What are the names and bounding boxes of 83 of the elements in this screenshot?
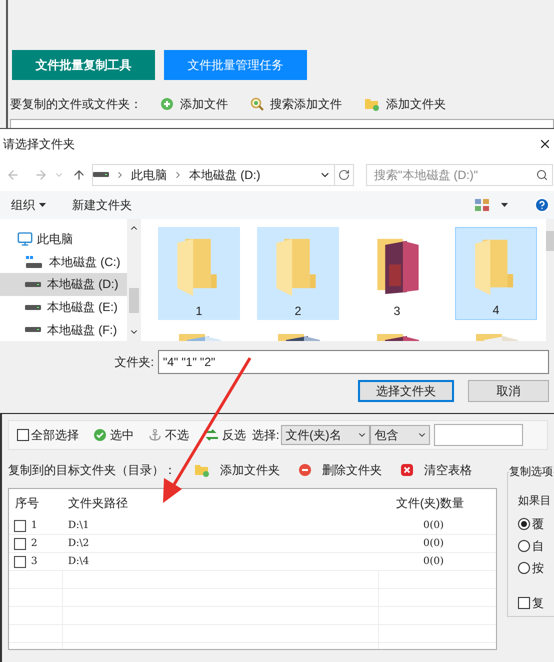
- toolbar-button[interactable]: 添加文件夹: [194, 461, 280, 479]
- magnifier-icon: [250, 97, 264, 111]
- section-label: 要复制的文件或文件夹：: [10, 96, 142, 113]
- dialog-button[interactable]: 选择文件夹: [358, 380, 454, 402]
- drive-icon: [25, 282, 41, 287]
- scrollbar[interactable]: [127, 219, 141, 341]
- minus-circle-icon: [298, 463, 312, 477]
- toolbar-button[interactable]: 添加文件: [156, 95, 232, 113]
- window-title: 请选择文件夹: [3, 136, 75, 152]
- option-label: 如果目: [518, 494, 552, 509]
- filter-label: 选择:: [252, 427, 280, 444]
- checkbox[interactable]: 全部选择: [17, 426, 79, 444]
- help-icon[interactable]: [534, 197, 550, 213]
- search-field[interactable]: 搜索"本地磁盘 (D:)": [366, 164, 553, 186]
- folder-item[interactable]: 3: [356, 227, 438, 320]
- drive-icon: [25, 254, 43, 269]
- column-header: 文件(夹)数量: [395, 495, 465, 512]
- caret-icon: [39, 203, 46, 207]
- tab[interactable]: 文件批量管理任务: [164, 50, 307, 80]
- close-icon: [400, 463, 414, 477]
- table-cell-text: 0(0): [422, 537, 445, 551]
- nav-item[interactable]: 本地磁盘 (E:): [0, 296, 127, 318]
- radio-button[interactable]: 按: [518, 560, 554, 576]
- toolbar-button[interactable]: 反选: [203, 426, 246, 444]
- folder-item[interactable]: 2: [257, 227, 339, 320]
- folder-item[interactable]: 4: [455, 227, 537, 320]
- column-header: 序号: [14, 495, 40, 512]
- toolbar-button[interactable]: 选中: [93, 426, 134, 444]
- nav-item[interactable]: 此电脑: [0, 228, 127, 251]
- radio-button[interactable]: 自: [518, 538, 554, 554]
- table-cell-text: 2: [31, 537, 38, 551]
- drive-icon: [93, 172, 109, 177]
- tab[interactable]: 文件批量复制工具: [12, 50, 155, 80]
- toolbar-button[interactable]: 添加文件夹: [360, 95, 450, 113]
- section-label: 复制到的目标文件夹（目录）：: [8, 462, 176, 479]
- refresh-icon[interactable]: [338, 168, 350, 180]
- table-cell-text: D:\4: [67, 555, 90, 569]
- monitor-icon: [17, 231, 33, 248]
- anchor-icon: [148, 428, 162, 442]
- plus-circle-icon: [160, 97, 174, 111]
- toolbar-button[interactable]: 新建文件夹: [72, 196, 132, 214]
- toolbar-button[interactable]: 不选: [148, 426, 189, 444]
- table-cell-text: 0(0): [422, 519, 445, 533]
- input-field[interactable]: "4" "1" "2": [158, 350, 549, 374]
- toolbar-button[interactable]: 删除文件夹: [298, 461, 382, 479]
- scrollbar[interactable]: [546, 219, 554, 341]
- field-label: 文件夹:: [114, 354, 154, 371]
- nav-item[interactable]: 本地磁盘 (C:): [0, 250, 127, 274]
- folder-add-icon: [194, 463, 210, 477]
- check-circle-icon: [93, 428, 107, 442]
- column-header: 文件夹路径: [67, 495, 129, 512]
- dialog-button[interactable]: 取消: [468, 380, 549, 402]
- table-cell-text: D:\1: [67, 519, 90, 533]
- table-cell-text: 1: [31, 519, 38, 533]
- up-icon[interactable]: [72, 168, 86, 182]
- scroll-thumb[interactable]: [129, 288, 139, 312]
- checkbox[interactable]: [14, 556, 26, 568]
- breadcrumb-item[interactable]: 此电脑: [131, 166, 167, 184]
- dropdown[interactable]: 文件(夹)名: [281, 425, 370, 445]
- drive-icon: [25, 327, 41, 332]
- view-icon[interactable]: [475, 199, 489, 211]
- checkbox[interactable]: 复: [518, 594, 554, 612]
- radio-button[interactable]: 覆: [518, 516, 554, 532]
- drive-icon: [25, 304, 41, 310]
- nav-item[interactable]: 本地磁盘 (D:): [0, 273, 127, 296]
- table-cell-text: 3: [31, 555, 38, 569]
- toolbar-button[interactable]: 清空表格: [400, 461, 472, 479]
- folder-item[interactable]: 1: [158, 227, 240, 320]
- checkbox[interactable]: [14, 538, 26, 550]
- toolbar-button[interactable]: 组织: [11, 196, 46, 214]
- caret-icon[interactable]: [501, 203, 508, 207]
- table-cell-text: 0(0): [422, 555, 445, 569]
- scroll-thumb[interactable]: [546, 231, 554, 251]
- search-icon: [536, 168, 548, 180]
- swap-icon: [203, 428, 219, 442]
- dropdown[interactable]: 包含: [370, 425, 430, 445]
- toolbar-button[interactable]: 搜索添加文件: [246, 95, 346, 113]
- table-cell-text: D:\2: [67, 537, 90, 551]
- nav-item[interactable]: 本地磁盘 (F:): [0, 318, 127, 341]
- folder-add-icon: [364, 97, 380, 111]
- breadcrumb-item[interactable]: 本地磁盘 (D:): [189, 166, 260, 184]
- checkbox[interactable]: [14, 520, 26, 532]
- input-field[interactable]: [434, 424, 524, 446]
